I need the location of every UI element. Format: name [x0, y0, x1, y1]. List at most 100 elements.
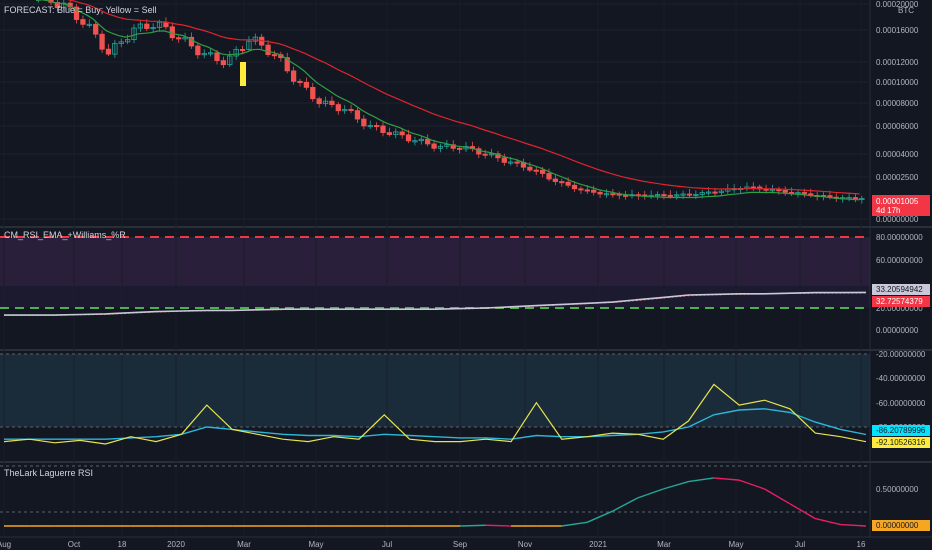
candle-body — [80, 19, 86, 25]
candle-body — [578, 188, 584, 191]
williams-ema-value: -86.20789996 — [876, 426, 926, 435]
candle-body — [361, 118, 367, 127]
price-badges: 0.00001005 4d 17h 33.20594942 32.7257437… — [872, 195, 930, 531]
laguerre-segment — [688, 477, 714, 483]
rsi-legend[interactable]: CM_RSI_EMA_+Williams_%R — [4, 230, 126, 240]
time-tick-label: 16 — [857, 540, 866, 549]
time-tick-label: Sep — [453, 540, 468, 549]
main-legend[interactable]: FORECAST: Blue = Buy; Yellow = Sell — [4, 5, 157, 15]
time-tick-label: Jul — [382, 540, 392, 549]
candle-body — [297, 80, 303, 83]
countdown-value: 4d 17h — [876, 206, 900, 215]
laguerre-legend[interactable]: TheLark Laguerre RSI — [4, 468, 93, 478]
candle-body — [610, 193, 616, 196]
candle-body — [514, 161, 520, 164]
candle-body — [431, 143, 437, 149]
williams-zone — [0, 354, 870, 427]
candle-body — [559, 181, 565, 184]
candle-body — [405, 134, 412, 142]
candle-body — [591, 189, 597, 193]
laguerre-segment — [662, 480, 689, 490]
time-tick-label: Jul — [795, 540, 805, 549]
laguerre-segment — [789, 503, 816, 520]
time-tick-label: 18 — [118, 540, 127, 549]
candle-body — [348, 109, 354, 112]
price-tick-label: 0.00004000 — [876, 150, 919, 159]
candle-body — [271, 54, 278, 57]
rsi-tick-label: 80.00000000 — [876, 233, 923, 242]
time-tick-label: Oct — [68, 540, 81, 549]
price-tick-label: 0.00006000 — [876, 122, 919, 131]
candle-body — [290, 70, 297, 82]
price-tick-label: 0.00020000 — [876, 0, 919, 9]
time-tick-label: May — [308, 540, 323, 549]
price-tick-label: 0.00008000 — [876, 99, 919, 108]
price-tick-label: 0.00012000 — [876, 58, 919, 67]
laguerre-tick-label: 0.50000000 — [876, 485, 919, 494]
candle-body — [482, 153, 488, 156]
candle-body — [776, 189, 782, 192]
time-tick-label: May — [728, 540, 743, 549]
sell-signal-marker — [240, 62, 246, 86]
candle-body — [316, 98, 322, 105]
candle-body — [801, 192, 808, 195]
candle-body — [310, 86, 316, 100]
laguerre-segment — [460, 524, 486, 527]
candle-body — [335, 104, 341, 112]
williams-value: -92.10526316 — [876, 438, 926, 447]
candle-body — [93, 23, 99, 35]
candle-body — [105, 48, 112, 55]
laguerre-segment — [561, 521, 588, 527]
time-tick-label: 2021 — [589, 540, 607, 549]
price-axis[interactable]: BTC 0.000200000.000160000.000120000.0001… — [876, 0, 926, 494]
candle-body — [176, 37, 182, 40]
price-tick-label: 0.00016000 — [876, 26, 919, 35]
chart-canvas[interactable]: FORECAST: Blue = Buy; Yellow = Sell CM_R… — [0, 0, 932, 550]
laguerre-segment — [764, 488, 791, 505]
laguerre-rsi-line — [4, 477, 867, 527]
candle-body — [456, 147, 463, 150]
rsi-value: 33.20594942 — [876, 285, 923, 294]
last-price-value: 0.00001005 — [876, 197, 919, 206]
candle-body — [354, 110, 361, 120]
time-tick-label: Nov — [518, 540, 532, 549]
candle-body — [661, 194, 667, 197]
rsi-ema-value: 32.72574379 — [876, 297, 923, 306]
laguerre-segment — [739, 479, 765, 490]
candle-body — [425, 138, 431, 145]
rsi-mid-zone — [0, 286, 870, 308]
candle-body — [622, 194, 629, 197]
price-tick-label: 0.00010000 — [876, 78, 919, 87]
laguerre-segment — [637, 488, 664, 499]
candle-body — [144, 23, 150, 29]
candle-body — [239, 48, 246, 51]
candle-body — [565, 181, 571, 186]
candle-body — [214, 52, 220, 61]
candle-body — [399, 131, 405, 136]
candle-body — [546, 173, 552, 180]
williams-tick-label: -20.00000000 — [876, 350, 926, 359]
price-tick-label: 0.00002500 — [876, 173, 919, 182]
candle-body — [373, 125, 380, 128]
candle-body — [712, 191, 718, 194]
time-axis[interactable]: Aug Oct 18 2020 Mar May Jul Sep Nov 2021 Mar May Jul… — [0, 540, 866, 549]
candle-body — [750, 186, 756, 189]
laguerre-segment — [815, 517, 841, 526]
candle-body — [539, 169, 546, 174]
candle-body — [303, 81, 310, 88]
time-tick-label: 2020 — [167, 540, 185, 549]
candle-body — [852, 197, 859, 200]
time-tick-label: Mar — [237, 540, 251, 549]
rsi-overbought-zone — [0, 237, 870, 286]
candle-body — [667, 194, 673, 197]
williams-tick-label: -60.00000000 — [876, 399, 926, 408]
candle-body — [527, 166, 533, 171]
candle-body — [386, 132, 393, 135]
laguerre-segment — [713, 477, 740, 481]
time-tick-label: Mar — [657, 540, 671, 549]
laguerre-segment — [586, 510, 613, 523]
candle-body — [584, 189, 590, 192]
rsi-tick-label: 60.00000000 — [876, 256, 923, 265]
candle-body — [501, 157, 507, 163]
candle-body — [329, 100, 335, 105]
